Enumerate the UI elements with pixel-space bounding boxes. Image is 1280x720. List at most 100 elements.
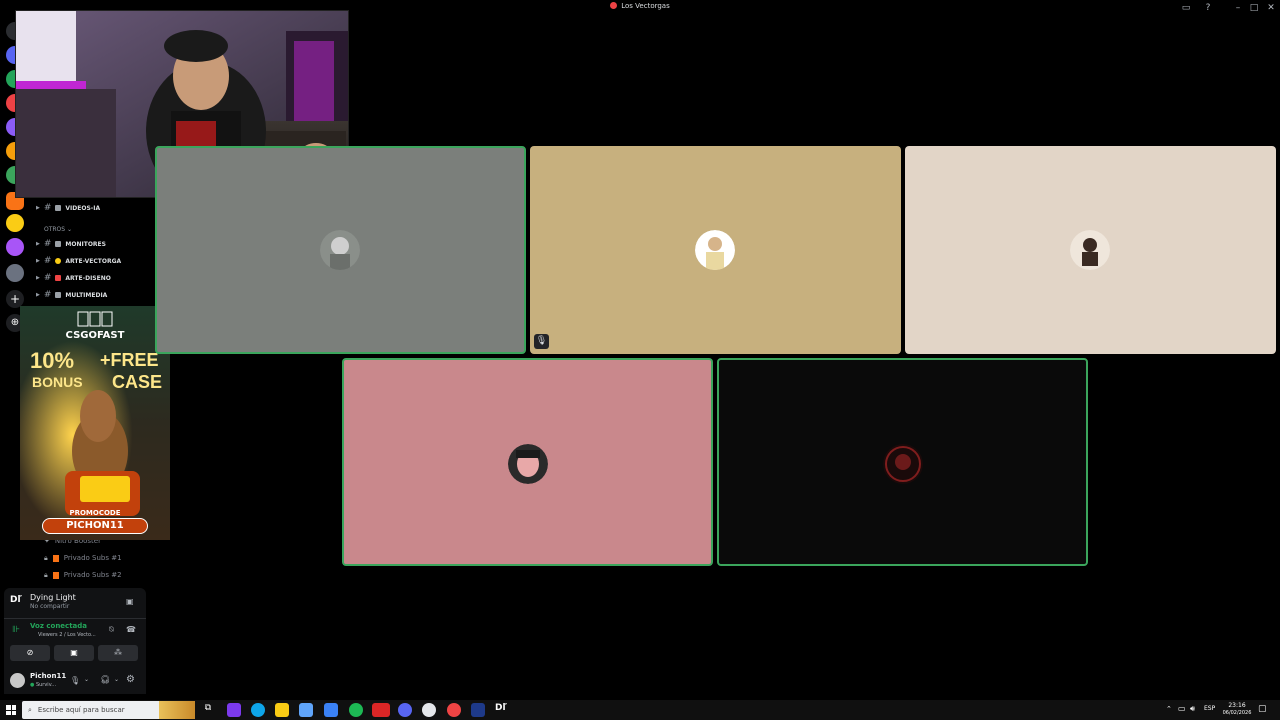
avatar[interactable] bbox=[10, 673, 25, 688]
language-indicator[interactable]: ESP bbox=[1204, 705, 1215, 712]
task-view-icon[interactable]: ⧉ bbox=[201, 703, 215, 717]
search-icon: ⌕ bbox=[28, 705, 32, 714]
expand-icon: ▶ bbox=[36, 205, 40, 211]
participant-tile[interactable] bbox=[905, 146, 1276, 354]
chrome-icon[interactable] bbox=[447, 703, 461, 717]
channel-arte-vectorga[interactable]: ▶ # ARTE-VECTORGA bbox=[36, 254, 151, 268]
stream-icon[interactable]: ▣ bbox=[126, 597, 134, 606]
volume-icon[interactable]: 🔊︎ bbox=[1190, 704, 1195, 714]
notification-icon[interactable]: ▢ bbox=[1258, 704, 1267, 714]
hash-icon: # bbox=[43, 256, 52, 266]
channel-privado-subs-2[interactable]: 🔒︎ Privado Subs #2 bbox=[44, 568, 122, 582]
channel-arte-diseno[interactable]: ▶ # ARTE-DISENO bbox=[36, 271, 151, 285]
server-icon[interactable] bbox=[6, 264, 24, 282]
tray-chevron-icon[interactable]: ⌃ bbox=[1166, 705, 1172, 713]
taskbar: ⌕ Escribe aquí para buscar ⧉ Dľ ⌃ ▭ 🔊︎ E… bbox=[0, 700, 1280, 720]
ad-brand: CSGOFAST bbox=[65, 330, 125, 341]
close-button[interactable]: ✕ bbox=[1261, 1, 1280, 15]
hash-icon: # bbox=[43, 290, 52, 300]
edge-icon[interactable] bbox=[251, 703, 265, 717]
signal-icon: ⊪ bbox=[12, 625, 20, 635]
game-icon: Dľ bbox=[10, 595, 22, 605]
divider bbox=[4, 618, 146, 619]
channel-monitores[interactable]: ▶ # MONITORES bbox=[36, 237, 151, 251]
obs-icon[interactable] bbox=[422, 703, 436, 717]
store-icon[interactable] bbox=[299, 703, 313, 717]
channel-emoji-icon bbox=[52, 554, 59, 562]
steam-icon[interactable] bbox=[471, 703, 485, 717]
taskbar-search[interactable]: ⌕ Escribe aquí para buscar bbox=[22, 701, 195, 719]
camera-off-button[interactable]: ⊘ bbox=[10, 645, 50, 661]
channel-emoji-icon bbox=[55, 258, 62, 264]
participant-avatar bbox=[508, 444, 548, 484]
noise-suppression-icon[interactable]: ⍉ bbox=[109, 625, 114, 635]
inbox-icon[interactable]: ▭ bbox=[1176, 1, 1196, 15]
app-icon[interactable] bbox=[227, 703, 241, 717]
participant-tile[interactable]: 🎙︎ bbox=[530, 146, 901, 354]
participant-avatar bbox=[695, 230, 735, 270]
participant-avatar bbox=[883, 444, 923, 484]
participant-tile[interactable] bbox=[717, 358, 1088, 566]
channel-multimedia[interactable]: ▶ # MULTIMEDIA bbox=[36, 288, 151, 302]
ad-promo-code[interactable]: PICHON11 bbox=[42, 518, 148, 534]
ad-plus-free: +FREE bbox=[100, 350, 159, 370]
expand-icon: ▶ bbox=[36, 241, 40, 247]
avatar-image bbox=[883, 444, 923, 484]
avatar-image bbox=[1070, 230, 1110, 270]
ad-case: CASE bbox=[112, 372, 163, 392]
settings-icon[interactable]: ⚙ bbox=[126, 674, 135, 685]
activity-game: Dying Light bbox=[30, 593, 76, 602]
help-icon[interactable]: ? bbox=[1198, 1, 1218, 15]
hash-icon: # bbox=[43, 239, 52, 249]
microphone-icon[interactable]: 🎙︎ bbox=[70, 676, 80, 685]
server-logo-icon bbox=[610, 2, 618, 9]
channel-videos-ia[interactable]: ▶ # VIDEOS-IA bbox=[36, 201, 151, 215]
expand-icon: ▶ bbox=[36, 258, 40, 264]
expand-icon: ▶ bbox=[36, 292, 40, 298]
expand-icon: ▶ bbox=[36, 275, 40, 281]
ad-promo-label: PROMOCODE bbox=[69, 509, 121, 517]
hash-icon: # bbox=[43, 273, 52, 283]
channel-emoji-icon bbox=[55, 275, 62, 281]
voice-channel[interactable]: Viewers 2 / Los Vecto... bbox=[38, 632, 96, 638]
network-icon[interactable]: ▭ bbox=[1178, 704, 1186, 713]
game-icon[interactable]: Dľ bbox=[495, 703, 509, 717]
chevron-down-icon[interactable]: ⌄ bbox=[84, 676, 89, 683]
clock-time[interactable]: 23:16 bbox=[1222, 702, 1252, 709]
spotify-icon[interactable] bbox=[349, 703, 363, 717]
channel-emoji-icon bbox=[52, 571, 59, 579]
disconnect-icon[interactable]: ☎ bbox=[126, 625, 136, 634]
participant-tile[interactable] bbox=[155, 146, 526, 354]
clock-date[interactable]: 06/02/2026 bbox=[1220, 710, 1254, 716]
participant-avatar bbox=[320, 230, 360, 270]
user-bar: Pichon11 ● Surviv... 🎙︎ ⌄ 🎧︎ ⌄ ⚙ bbox=[4, 668, 146, 694]
mail-icon[interactable] bbox=[324, 703, 338, 717]
headphones-icon[interactable]: 🎧︎ bbox=[100, 675, 110, 684]
mic-muted-icon: 🎙︎ bbox=[534, 334, 549, 349]
start-icon[interactable] bbox=[6, 705, 16, 715]
activities-button[interactable]: ⁂ bbox=[98, 645, 138, 661]
app-icon[interactable] bbox=[372, 703, 390, 717]
ad-bonus: BONUS bbox=[32, 374, 83, 390]
lock-icon: 🔒︎ bbox=[44, 553, 48, 562]
category-otros[interactable]: OTROS ⌄ bbox=[44, 226, 72, 233]
server-icon[interactable] bbox=[6, 214, 24, 232]
chevron-down-icon[interactable]: ⌄ bbox=[114, 676, 119, 683]
lock-icon: 🔒︎ bbox=[44, 570, 48, 579]
screen-share-button[interactable]: ▣ bbox=[54, 645, 94, 661]
server-icon[interactable] bbox=[6, 238, 24, 256]
participant-tile[interactable] bbox=[342, 358, 713, 566]
activity-status: No compartir bbox=[30, 603, 70, 610]
discord-icon[interactable] bbox=[398, 703, 412, 717]
user-status: ● Surviv... bbox=[30, 682, 57, 688]
voice-status[interactable]: Voz conectada bbox=[30, 622, 87, 630]
search-highlight-image bbox=[159, 701, 195, 719]
participant-avatar bbox=[1070, 230, 1110, 270]
avatar-image bbox=[320, 230, 360, 270]
channel-emoji-icon bbox=[55, 241, 62, 247]
channel-emoji-icon bbox=[55, 292, 62, 298]
channel-privado-subs-1[interactable]: 🔒︎ Privado Subs #1 bbox=[44, 551, 122, 565]
promo-ad-overlay: CSGOFAST 10% BONUS +FREE CASE PROMOCODE … bbox=[20, 306, 170, 540]
file-explorer-icon[interactable] bbox=[275, 703, 289, 717]
username: Pichon11 bbox=[30, 672, 67, 680]
